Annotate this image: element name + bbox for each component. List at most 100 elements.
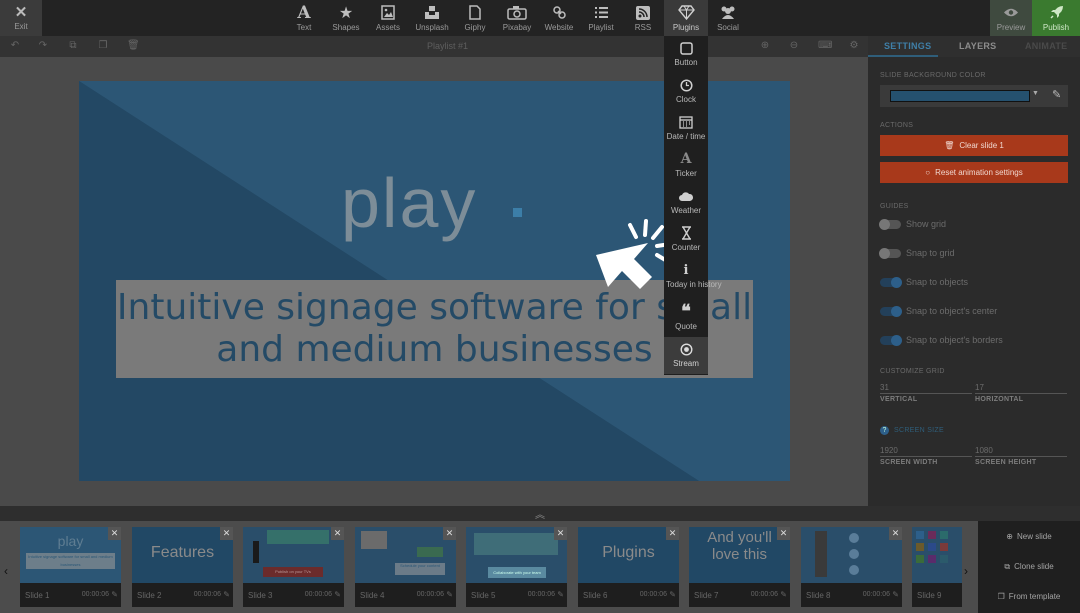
toolbar-giphy-button[interactable]: Giphy [462,0,488,36]
plugin-weather[interactable]: Weather [664,184,708,221]
toggle-snap-to-grid-label: Snap to grid [906,248,955,258]
pencil-icon[interactable]: ✎ [557,590,564,599]
eyedropper-icon[interactable]: ✎ [1052,88,1061,101]
exit-button[interactable]: ✕ Exit [0,0,42,36]
tab-settings[interactable]: SETTINGS [884,41,931,51]
toggle-snap-to-grid[interactable]: Snap to grid [879,247,1068,261]
preview-button[interactable]: Preview [990,0,1032,36]
pencil-icon[interactable]: ✎ [780,590,787,599]
toolbar-playlist-button[interactable]: Playlist [585,0,617,36]
toolbar-pixabay-button[interactable]: Pixabay [500,0,534,36]
screen-height-value[interactable]: 1080 [975,446,1067,457]
screen-height-field[interactable]: 1080 SCREEN HEIGHT [975,446,1067,466]
close-icon[interactable]: ✕ [443,527,456,540]
close-icon[interactable]: ✕ [554,527,567,540]
users-icon [718,4,738,21]
toggle-snap-to-objects[interactable]: Snap to objects [880,276,1068,290]
grid-horizontal-field[interactable]: 17 HORIZONTAL [975,383,1067,403]
chevron-left-icon[interactable]: ‹ [4,564,8,578]
toolbar-text-button[interactable]: A Text [290,0,318,36]
plugin-ticker[interactable]: A Ticker [664,147,708,184]
clear-slide-button[interactable]: 🗑 Clear slide 1 [880,135,1068,156]
bg-color-picker[interactable]: ▼ ✎ [880,85,1068,107]
toggle-snap-to-center[interactable]: Snap to object's center [880,305,1068,319]
bg-color-swatch[interactable] [890,90,1030,102]
plugin-button-label: Button [674,58,698,67]
toolbar-shapes-button[interactable]: ★ Shapes [330,0,362,36]
quote-icon: ❝ [681,301,691,322]
plugin-clock[interactable]: Clock [664,73,708,110]
chevron-right-icon[interactable]: › [964,564,968,578]
close-icon[interactable]: ✕ [666,527,679,540]
slide-thumbnail-3[interactable]: Publish on your TVs ✕ Slide 3 00:00:06 ✎ [243,527,344,607]
toolbar-plugins-button[interactable]: Plugins [664,0,708,36]
toggle-show-grid[interactable]: Show grid [879,218,1068,232]
pencil-icon[interactable]: ✎ [223,590,230,599]
toolbar-website-button[interactable]: Website [542,0,576,36]
plugin-quote[interactable]: ❝ Quote [664,300,708,337]
slide-thumbnail-6[interactable]: Plugins ✕ Slide 6 00:00:06 ✎ [578,527,679,607]
toolbar-unsplash-button[interactable]: Unsplash [413,0,451,36]
toolbar-assets-button[interactable]: Assets [373,0,403,36]
pencil-icon[interactable]: ✎ [892,590,899,599]
publish-button[interactable]: Publish [1032,0,1080,36]
new-slide-button[interactable]: ⊕ New slide [978,532,1080,541]
toggle-switch[interactable] [880,277,902,288]
screen-width-field[interactable]: 1920 SCREEN WIDTH [880,446,972,466]
image-icon [378,4,398,21]
clone-slide-button[interactable]: ⧉ Clone slide [978,562,1080,572]
help-icon[interactable]: ? [880,426,889,435]
thumb-name: Slide 5 [471,591,496,600]
grid-vertical-value[interactable]: 31 [880,383,972,394]
close-icon[interactable]: ✕ [889,527,902,540]
logo-text[interactable]: play [341,163,477,243]
settings-panel: SETTINGS LAYERS ANIMATE SLIDE BACKGROUND… [868,36,1080,506]
toggle-switch[interactable] [879,248,901,259]
slide-thumbnail-4[interactable]: Schedule your content ✕ Slide 4 00:00:06 ✎ [355,527,456,607]
toolbar-social-button[interactable]: Social [712,0,744,36]
screen-width-value[interactable]: 1920 [880,446,972,457]
plugin-stream[interactable]: Stream [664,337,708,374]
from-template-button[interactable]: ❐ From template [978,592,1080,601]
pencil-icon[interactable]: ✎ [111,590,118,599]
pencil-icon[interactable]: ✎ [446,590,453,599]
gear-icon[interactable]: ⚙ [848,40,860,52]
toggle-snap-to-borders[interactable]: Snap to object's borders [880,334,1068,348]
close-icon[interactable]: ✕ [777,527,790,540]
grid-vertical-field[interactable]: 31 VERTICAL [880,383,972,403]
slide-thumbnail-7[interactable]: And you'll love this ✕ Slide 7 00:00:06 ✎ [689,527,790,607]
editor-subbar: ↶ ↷ ⧉ ❐ 🗑 Playlist #1 ⊕ ⊖ ⌨ ⚙ [0,36,868,57]
close-icon[interactable]: ✕ [220,527,233,540]
pencil-icon[interactable]: ✎ [334,590,341,599]
tab-layers[interactable]: LAYERS [959,41,996,51]
plugin-counter[interactable]: Counter [664,221,708,258]
close-icon[interactable]: ✕ [331,527,344,540]
toggle-switch[interactable] [879,219,901,230]
tab-animate[interactable]: ANIMATE [1025,41,1067,51]
plugin-button[interactable]: Button [664,36,708,73]
slide-thumbnail-8[interactable]: ✕ Slide 8 00:00:06 ✎ [801,527,902,607]
plugin-clock-label: Clock [675,95,696,104]
plugin-stream-label: Stream [673,359,699,368]
plugin-today-in-history[interactable]: i Today in history [664,258,722,300]
slide-thumbnail-5[interactable]: Collaborate with your team ✕ Slide 5 00:0… [466,527,567,607]
close-icon[interactable]: ✕ [108,527,121,540]
slide-thumbnail-9[interactable]: Slide 9 [912,527,962,607]
pencil-icon[interactable]: ✎ [669,590,676,599]
thumb-name: Slide 8 [806,591,831,600]
filmstrip-collapse-bar[interactable]: ︽ [0,506,1080,521]
slide-thumbnail-1[interactable]: play Intuitive signage software for smal… [20,527,121,607]
toolbar-rss-button[interactable]: RSS [630,0,656,36]
grid-horizontal-value[interactable]: 17 [975,383,1067,394]
caret-down-icon[interactable]: ▼ [1032,90,1039,97]
reset-animation-button[interactable]: ○ Reset animation settings [880,162,1068,183]
keyboard-icon[interactable]: ⌨ [818,40,832,52]
toggle-switch[interactable] [880,335,902,346]
zoom-in-icon[interactable]: ⊕ [759,40,771,52]
thumb-title: Features [150,544,215,561]
double-chevron-up-icon[interactable]: ︽ [535,506,545,521]
toggle-switch[interactable] [880,306,902,317]
plugin-date-time[interactable]: Date / time [664,110,708,147]
zoom-out-icon[interactable]: ⊖ [788,40,800,52]
slide-thumbnail-2[interactable]: Features ✕ Slide 2 00:00:06 ✎ [132,527,233,607]
